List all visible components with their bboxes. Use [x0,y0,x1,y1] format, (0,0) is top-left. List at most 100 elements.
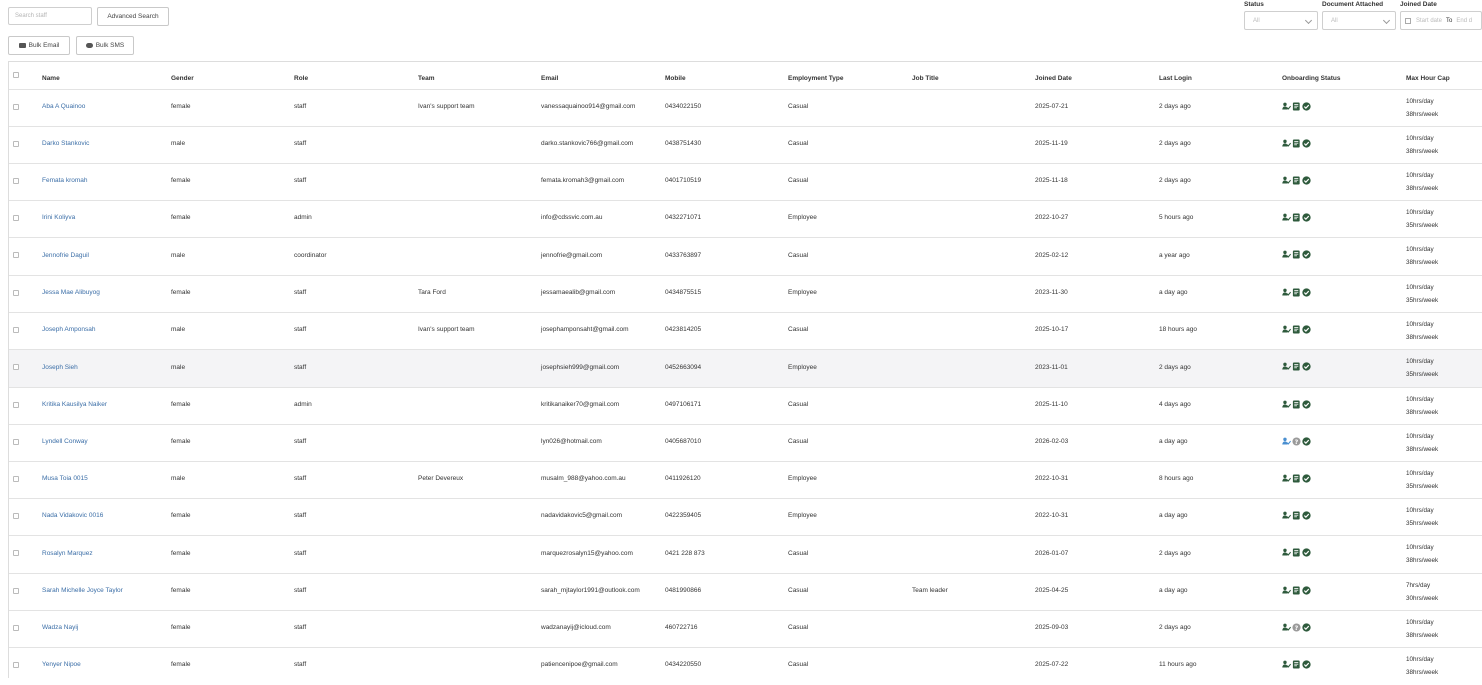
table-row[interactable] [9,647,1482,685]
staff-name-link[interactable]: Nada Vidakovic 0016 [42,512,103,519]
check-circle-icon [1302,287,1311,297]
table-row[interactable] [9,535,1482,574]
cell-joined: 2022-10-27 [1035,214,1069,221]
column-header-email[interactable]: Email [541,75,558,82]
staff-name-link[interactable]: Wadza Nayij [42,624,78,631]
column-header-mobile[interactable]: Mobile [665,75,686,82]
advanced-search-button[interactable]: Advanced Search [97,7,169,26]
cell-login: 5 hours ago [1159,214,1194,221]
row-checkbox[interactable] [13,438,19,445]
cell-login: 18 hours ago [1159,326,1197,333]
table-row[interactable] [9,312,1482,350]
cell-email: musalm_988@yahoo.com.au [541,475,626,482]
staff-name-link[interactable]: Femata kromah [42,177,88,184]
select-all-checkbox[interactable] [13,72,19,78]
row-checkbox[interactable] [13,587,19,594]
staff-name-link[interactable]: Jessa Mae Alibuyog [42,289,100,296]
staff-name-link[interactable]: Lyndell Conway [42,438,88,445]
document-filter-label: Document Attached [1322,1,1384,8]
staff-name-link[interactable]: Joseph Sieh [42,364,78,371]
column-header-job-title[interactable]: Job Title [912,75,939,82]
document-filter-select[interactable]: All [1322,11,1396,30]
status-filter-value: All [1253,17,1260,24]
staff-name-link[interactable]: Yenyer Nipoe [42,661,81,668]
row-checkbox[interactable] [13,624,19,631]
row-checkbox[interactable] [13,103,19,110]
column-header-role[interactable]: Role [294,75,308,82]
table-row[interactable] [9,424,1482,462]
row-checkbox[interactable] [13,661,19,668]
row-checkbox[interactable] [13,475,19,482]
end-date-input[interactable]: End d [1456,18,1472,24]
table-row[interactable] [9,461,1482,499]
column-header-joined-date[interactable]: Joined Date [1035,75,1072,82]
cap-per-day: 10hrs/day [1406,171,1434,179]
onboarding-status [1282,101,1311,111]
bulk-sms-button[interactable]: Bulk SMS [76,36,134,55]
status-filter-select[interactable]: All [1244,11,1318,30]
staff-name-link[interactable]: Darko Stankovic [42,140,89,147]
staff-name-link[interactable]: Irini Koliyva [42,214,75,221]
row-checkbox[interactable] [13,140,19,147]
column-header-gender[interactable]: Gender [171,75,194,82]
table-row[interactable] [9,610,1482,648]
table-row[interactable] [9,349,1482,388]
row-checkbox[interactable] [13,214,19,221]
column-header-employment-type[interactable]: Employment Type [788,75,844,82]
row-checkbox[interactable] [13,252,19,258]
staff-name-link[interactable]: Jennofrie Daguil [42,252,89,259]
onboarding-status [1282,548,1311,557]
cell-role: admin [294,401,312,408]
search-input[interactable]: Search staff [8,7,92,25]
cap-per-week: 38hrs/week [1406,147,1439,155]
cap-per-week: 35hrs/week [1406,371,1439,378]
date-range-to: To [1446,17,1453,24]
column-header-team[interactable]: Team [418,75,435,82]
document-check-icon [1292,324,1301,334]
staff-name-link[interactable]: Kritika Kausilya Naiker [42,401,107,408]
bulk-email-button[interactable]: Bulk Email [8,36,70,55]
user-check-icon [1282,548,1291,557]
row-checkbox[interactable] [13,550,19,556]
staff-name-link[interactable]: Joseph Amponsah [42,326,95,333]
table-row[interactable] [9,126,1482,164]
cap-per-day: 10hrs/day [1406,655,1434,663]
onboarding-status [1282,510,1311,520]
table-row[interactable] [9,89,1482,127]
row-checkbox[interactable] [13,177,19,184]
row-checkbox[interactable] [13,401,19,408]
table-row[interactable] [9,237,1482,276]
cell-login: a day ago [1159,289,1188,296]
cell-type: Casual [788,251,809,259]
cap-per-day: 10hrs/day [1406,320,1434,328]
table-row[interactable] [9,498,1482,536]
cap-per-day: 7hrs/day [1406,581,1431,589]
table-row[interactable] [9,163,1482,201]
row-checkbox[interactable] [13,289,19,296]
cell-login: 2 days ago [1159,177,1191,184]
table-row[interactable] [9,200,1482,238]
cap-per-day: 10hrs/day [1406,358,1434,365]
staff-name-link[interactable]: Rosalyn Marquez [42,550,93,557]
table-row[interactable] [9,573,1482,611]
row-checkbox[interactable] [13,326,19,333]
table-row[interactable] [9,275,1482,313]
column-header-name[interactable]: Name [42,75,60,82]
cell-role: staff [294,438,307,445]
row-checkbox[interactable] [13,512,19,519]
column-header-onboarding-status[interactable]: Onboarding Status [1282,75,1341,82]
check-circle-icon [1302,585,1311,595]
cap-per-day: 10hrs/day [1406,469,1434,477]
user-check-icon [1282,623,1291,632]
staff-name-link[interactable]: Aba A Quainoo [42,103,85,110]
cell-role: staff [294,549,307,557]
table-row[interactable] [9,387,1482,425]
staff-name-link[interactable]: Musa Toia 0015 [42,475,88,482]
start-date-input[interactable]: Start date [1416,18,1442,24]
staff-name-link[interactable]: Sarah Michelle Joyce Taylor [42,587,123,594]
user-check-icon [1282,586,1291,595]
column-header-max-hour-cap[interactable]: Max Hour Cap [1406,75,1450,82]
joined-date-range-picker[interactable]: Start date To End d [1400,11,1482,30]
column-header-last-login[interactable]: Last Login [1159,75,1192,82]
row-checkbox[interactable] [13,364,19,370]
